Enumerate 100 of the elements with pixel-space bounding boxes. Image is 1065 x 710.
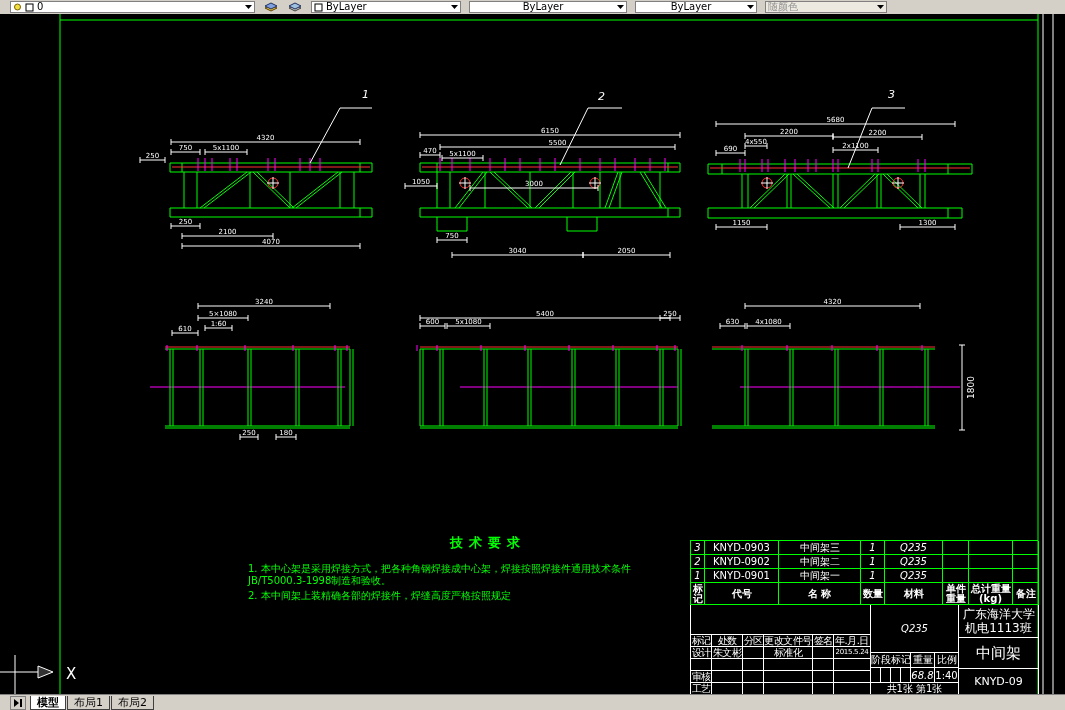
ucs-axis-icon <box>0 654 54 694</box>
table-cell <box>813 671 834 683</box>
requirements-title: 技术要求 <box>450 534 526 552</box>
table-header: 备注 <box>1013 583 1039 605</box>
dimension-text: 1800 <box>966 376 976 399</box>
dimension-line <box>197 314 249 322</box>
table-cell: KNYD-0902 <box>705 555 779 569</box>
dimension-line <box>204 148 248 156</box>
table-header: 签名 <box>813 635 834 647</box>
dimension-line <box>170 222 201 230</box>
table-cell: 中间架三 <box>779 541 861 555</box>
table-header: 分区 <box>743 635 764 647</box>
table-header: 更改文件号 <box>764 635 813 647</box>
table-cell: Q235 <box>885 541 943 555</box>
table-cell <box>743 671 764 683</box>
table-header: 标记 <box>691 635 712 647</box>
dimension-line <box>275 433 297 441</box>
table-cell <box>943 569 969 583</box>
drawing-name: 中间架 <box>959 638 1039 669</box>
table-cell: 68.8 <box>911 668 935 683</box>
layout-tab[interactable]: 布局1 <box>67 696 110 710</box>
table-cell <box>813 647 834 659</box>
table-cell: 标准化 <box>764 647 813 659</box>
table-cell <box>764 659 813 671</box>
table-cell: 中间架二 <box>779 555 861 569</box>
table-cell: 1 <box>691 569 705 583</box>
axis-label: X <box>66 665 77 683</box>
table-cell: 3 <box>691 541 705 555</box>
color-swatch-icon <box>314 2 323 12</box>
table-cell <box>712 659 743 671</box>
table-cell <box>834 659 871 671</box>
lightbulb-icon <box>13 2 22 12</box>
school-name: 广东海洋大学 <box>962 607 1035 621</box>
dimension-line <box>170 148 201 156</box>
table-cell <box>969 569 1013 583</box>
table-header: 比例 <box>935 653 959 668</box>
dimension-line <box>239 433 259 441</box>
layers-icon[interactable] <box>263 1 279 13</box>
dimension-line <box>436 236 468 244</box>
dimension-line <box>715 223 768 231</box>
table-cell <box>813 659 834 671</box>
table-cell: Q235 <box>885 569 943 583</box>
part-number: 2 <box>598 90 605 103</box>
table-cell <box>743 659 764 671</box>
dimension-line <box>404 182 438 190</box>
property-dropdown[interactable]: ByLayer <box>311 1 461 13</box>
table-header: 单件重量 <box>943 583 969 605</box>
caret-icon <box>245 4 252 10</box>
property-dropdown[interactable]: 0 <box>10 1 255 13</box>
table-cell: 1:40 <box>935 668 959 683</box>
table-header: 处数 <box>712 635 743 647</box>
table-header: 名 称 <box>779 583 861 605</box>
part-number: 1 <box>362 88 369 101</box>
caret-icon <box>747 4 754 10</box>
material-text: Q235 <box>871 605 959 653</box>
table-header: 材料 <box>885 583 943 605</box>
table-header: 重量 <box>911 653 935 668</box>
dimension-line <box>139 156 166 164</box>
table-cell: 1 <box>861 555 885 569</box>
class-name: 机电1113班 <box>965 621 1032 635</box>
property-dropdown[interactable]: ByLayer <box>469 1 627 13</box>
table-header: 总计重量(kg) <box>969 583 1013 605</box>
table-cell <box>743 647 764 659</box>
table-cell: KNYD-0903 <box>705 541 779 555</box>
layout-tab[interactable]: 模型 <box>30 696 66 710</box>
requirement-text: 1. 本中心架是采用焊接方式，把各种角钢焊接成中心架，焊接按照焊接件通用技术条件JB/T5000.3-1998制造和验收。 <box>248 563 632 587</box>
caret-icon <box>877 4 884 10</box>
table-cell: 1 <box>861 541 885 555</box>
table-cell: 设计 <box>691 647 712 659</box>
table-cell: 2 <box>691 555 705 569</box>
table-cell: KNYD-0901 <box>705 569 779 583</box>
property-dropdown[interactable]: ByLayer <box>635 1 757 13</box>
caret-icon <box>617 4 624 10</box>
table-header: 标记 <box>691 583 705 605</box>
leader-line <box>309 107 373 164</box>
square-icon <box>25 2 34 12</box>
table-cell <box>969 555 1013 569</box>
part-number: 3 <box>888 88 895 101</box>
dimension-line <box>832 146 879 154</box>
table-cell <box>712 671 743 683</box>
dimension-line <box>204 324 233 332</box>
table-header: 年.月.日 <box>834 635 871 647</box>
table-cell: Q235 <box>885 555 943 569</box>
layers-icon[interactable] <box>287 1 303 13</box>
dimension-line <box>899 223 956 231</box>
table-cell <box>764 671 813 683</box>
last-tab-button[interactable] <box>10 696 26 710</box>
dimension-line <box>171 329 199 337</box>
table-cell: 中间架一 <box>779 569 861 583</box>
layout-tab[interactable]: 布局2 <box>111 696 154 710</box>
table-cell: 1 <box>861 569 885 583</box>
table-header: 代号 <box>705 583 779 605</box>
table-cell <box>943 555 969 569</box>
table-cell: 审核 <box>691 671 712 683</box>
caret-icon <box>451 4 458 10</box>
skip-end-icon <box>14 699 22 707</box>
table-cell: 朱文彬 <box>712 647 743 659</box>
table-header: 阶段标记 <box>871 653 911 668</box>
requirement-text: 2. 本中间架上装精确各部的焊接件，焊缝高度严格按照规定 <box>248 590 512 602</box>
table-header: 数量 <box>861 583 885 605</box>
